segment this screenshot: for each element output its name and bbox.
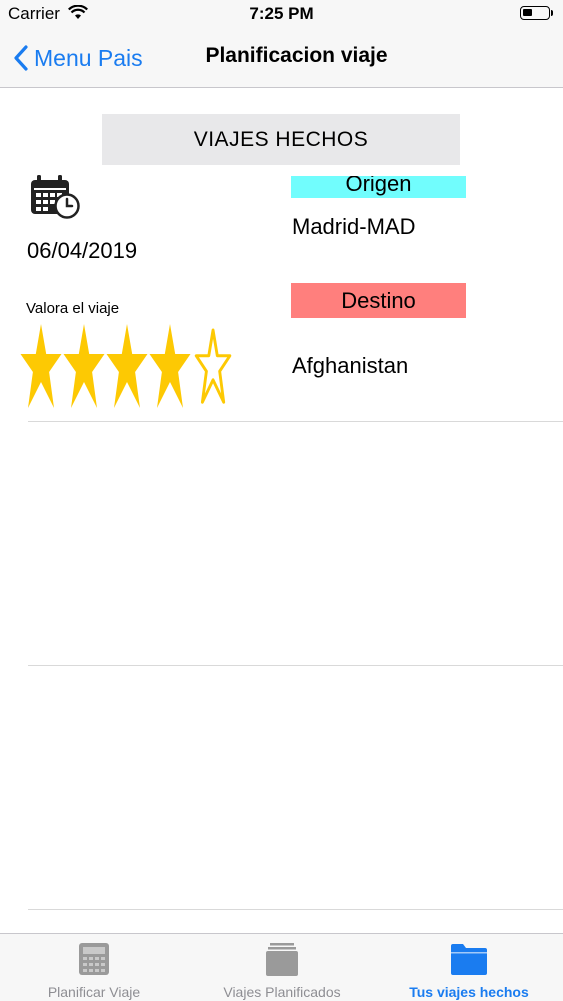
tab-label: Viajes Planificados <box>223 984 341 1000</box>
star-filled-icon[interactable] <box>105 324 149 408</box>
status-bar: Carrier 7:25 PM <box>0 0 563 30</box>
row-separator <box>28 909 563 910</box>
row-separator <box>28 421 563 422</box>
star-filled-icon[interactable] <box>62 324 106 408</box>
destination-value: Afghanistan <box>292 353 409 378</box>
battery-icon <box>520 6 553 20</box>
navigation-bar: Menu Pais Planificacion viaje <box>0 30 563 88</box>
tab-tus-viajes-hechos[interactable]: Tus viajes hechos <box>375 934 563 1001</box>
tab-label: Planificar Viaje <box>47 984 141 1000</box>
star-filled-icon[interactable] <box>19 324 63 408</box>
page-title: Planificacion viaje <box>205 44 388 67</box>
calculator-icon <box>79 943 109 975</box>
status-time: 7:25 PM <box>249 4 314 23</box>
trip-date: 06/04/2019 <box>27 238 138 263</box>
row-separator <box>28 665 563 666</box>
star-rating[interactable] <box>19 324 234 408</box>
section-header: VIAJES HECHOS <box>102 114 460 165</box>
origin-value: Madrid-MAD <box>292 214 416 239</box>
star-filled-icon[interactable] <box>148 324 192 408</box>
tab-planificar-viaje[interactable]: Planificar Viaje <box>0 934 188 1001</box>
origin-label: Origen <box>291 176 466 198</box>
calendar-clock-icon <box>30 175 80 224</box>
folder-icon <box>451 944 487 975</box>
tab-label: Tus viajes hechos <box>409 984 529 1000</box>
tab-viajes-planificados[interactable]: Viajes Planificados <box>188 934 376 1001</box>
destination-label: Destino <box>291 283 466 318</box>
rate-trip-label: Valora el viaje <box>26 300 120 317</box>
stack-icon <box>266 943 298 976</box>
star-empty-icon[interactable] <box>191 324 235 408</box>
tab-bar: Planificar Viaje Viajes Planificados Tus… <box>0 933 563 1001</box>
